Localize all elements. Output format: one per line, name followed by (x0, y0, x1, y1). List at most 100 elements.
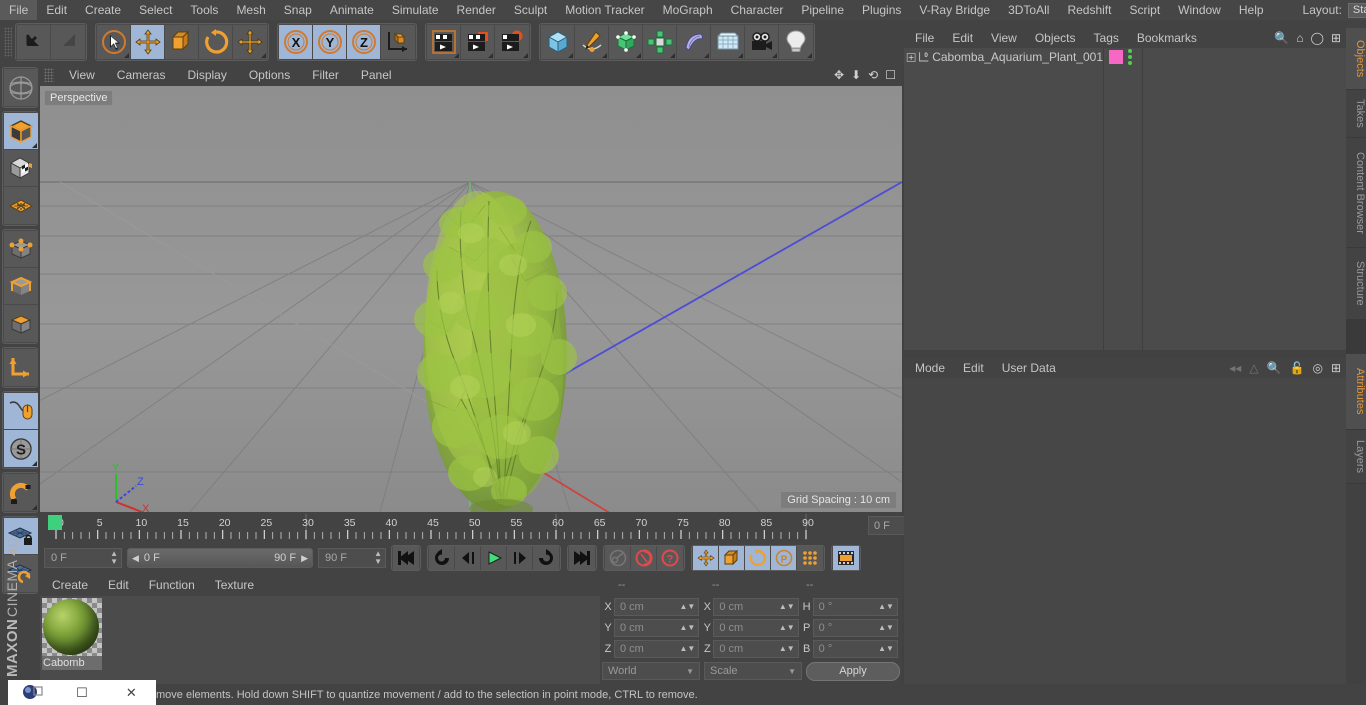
material-menu-texture[interactable]: Texture (205, 574, 264, 596)
menu-item-render[interactable]: Render (448, 0, 505, 20)
input-rot-h[interactable]: 0 ° ▲▼ (812, 598, 898, 616)
viewport-grip[interactable] (44, 68, 54, 82)
spinner-icon[interactable]: ▲▼ (679, 603, 695, 611)
search-icon[interactable]: 🔍 (1267, 361, 1282, 375)
add-deformer-button[interactable] (677, 25, 711, 59)
expand-plus-icon[interactable] (906, 51, 916, 64)
points-mode-button[interactable] (4, 231, 38, 268)
target-icon[interactable]: ◎ (1312, 361, 1322, 375)
spinner-icon[interactable]: ▲▼ (779, 603, 795, 611)
lock-z-axis-button[interactable]: Z (347, 25, 381, 59)
input-rot-b[interactable]: 0 ° ▲▼ (812, 640, 898, 658)
object-manager-body[interactable]: 0 Cabomba_Aquarium_Plant_001 (904, 48, 1346, 350)
add-panel-icon[interactable]: ⊞ (1331, 361, 1341, 375)
spinner-icon[interactable]: ▲▼ (878, 624, 894, 632)
go-to-end-button[interactable] (569, 546, 595, 570)
preview-range-bar[interactable]: ◀ 0 F 90 F ▶ (127, 548, 313, 568)
object-menu-edit[interactable]: Edit (943, 28, 982, 48)
menu-item-file[interactable]: File (0, 0, 38, 20)
world-axis-icon[interactable] (4, 69, 38, 106)
viewport-solo-icon[interactable] (4, 393, 38, 430)
add-light-button[interactable] (779, 25, 813, 59)
material-tag-icon[interactable] (1109, 50, 1123, 64)
lock-x-axis-button[interactable]: X (279, 25, 313, 59)
material-manager-body[interactable]: Cabomb (40, 596, 600, 684)
input-rot-p[interactable]: 0 ° ▲▼ (812, 619, 898, 637)
menu-item-mograph[interactable]: MoGraph (654, 0, 722, 20)
material-menu-create[interactable]: Create (42, 574, 98, 596)
menu-item-pipeline[interactable]: Pipeline (792, 0, 853, 20)
forward-history-icon[interactable]: △ (1249, 361, 1258, 375)
add-scene-object-button[interactable] (711, 25, 745, 59)
attribute-menu-edit[interactable]: Edit (954, 358, 993, 378)
pan-view-icon[interactable]: ✥ (834, 68, 844, 82)
open-timeline-button[interactable] (833, 546, 859, 570)
range-left-arrow-icon[interactable]: ◀ (132, 553, 139, 564)
object-menu-objects[interactable]: Objects (1026, 28, 1085, 48)
tab-layers[interactable]: Layers (1346, 430, 1366, 484)
render-settings-button[interactable] (495, 25, 529, 59)
viewport-menu-filter[interactable]: Filter (301, 64, 350, 86)
object-menu-file[interactable]: File (906, 28, 943, 48)
menu-item-vray-bridge[interactable]: V-Ray Bridge (910, 0, 999, 20)
coordinate-mode-select[interactable]: Scale ▼ (704, 662, 802, 680)
menu-item-mesh[interactable]: Mesh (227, 0, 274, 20)
spinner-icon[interactable]: ▲▼ (110, 550, 118, 566)
rotate-view-icon[interactable]: ⟲ (868, 68, 878, 82)
live-selection-tool[interactable] (97, 25, 131, 59)
key-pla-button[interactable] (797, 546, 823, 570)
app-icon[interactable] (8, 680, 57, 705)
move-tool-secondary[interactable] (233, 25, 267, 59)
menu-item-character[interactable]: Character (722, 0, 793, 20)
menu-item-edit[interactable]: Edit (37, 0, 76, 20)
spinner-icon[interactable]: ▲▼ (679, 624, 695, 632)
toolbar-grip[interactable] (4, 27, 12, 57)
viewport-menu-view[interactable]: View (58, 64, 106, 86)
apply-button[interactable]: Apply (806, 661, 900, 681)
object-menu-tags[interactable]: Tags (1085, 28, 1128, 48)
add-spline-pen-button[interactable] (575, 25, 609, 59)
edges-mode-button[interactable] (4, 268, 38, 305)
ellipse-icon[interactable]: ◯ (1311, 31, 1324, 45)
input-size-z[interactable]: 0 cm ▲▼ (713, 640, 799, 658)
redo-button[interactable] (51, 25, 85, 59)
key-scale-button[interactable] (719, 546, 745, 570)
home-icon[interactable]: ⌂ (1296, 31, 1303, 45)
phong-tag-icon[interactable] (1128, 49, 1132, 65)
material-menu-edit[interactable]: Edit (98, 574, 139, 596)
key-parameter-button[interactable]: P (771, 546, 797, 570)
add-array-button[interactable] (643, 25, 677, 59)
step-back-button[interactable] (455, 546, 481, 570)
maximize-window-button[interactable]: ☐ (57, 680, 106, 705)
back-history-icon[interactable]: ◂◂ (1229, 361, 1241, 375)
menu-item-3dtoall[interactable]: 3DToAll (999, 0, 1058, 20)
perspective-viewport[interactable]: Perspective Grid Spacing : 10 cm Y X Z (40, 86, 902, 512)
spinner-icon[interactable]: ▲▼ (679, 645, 695, 653)
search-icon[interactable]: 🔍 (1274, 31, 1289, 45)
keyframe-help-button[interactable]: ? (657, 546, 683, 570)
tab-content-browser[interactable]: Content Browser (1346, 138, 1366, 248)
add-cube-button[interactable] (541, 25, 575, 59)
object-layers-column[interactable] (1144, 48, 1346, 350)
menu-item-sculpt[interactable]: Sculpt (505, 0, 556, 20)
spinner-icon[interactable]: ▲▼ (374, 550, 382, 566)
lock-icon[interactable]: 🔓 (1290, 361, 1305, 375)
timeline-playhead[interactable] (48, 515, 62, 530)
maximize-view-icon[interactable]: ☐ (885, 68, 896, 82)
timeline-ruler[interactable]: 051015202530354045505560657075808590 (48, 514, 816, 540)
input-pos-x[interactable]: 0 cm ▲▼ (614, 598, 700, 616)
tab-structure[interactable]: Structure (1346, 248, 1366, 320)
tab-attributes[interactable]: Attributes (1346, 354, 1366, 430)
tab-objects[interactable]: Objects (1346, 28, 1366, 90)
end-frame-field[interactable]: 90 F ▲ ▼ (318, 548, 386, 568)
loop-playback-button[interactable] (533, 546, 559, 570)
object-row[interactable]: 0 Cabomba_Aquarium_Plant_001 (904, 48, 1103, 66)
world-object-coordinates-button[interactable] (381, 25, 415, 59)
object-menu-bookmarks[interactable]: Bookmarks (1128, 28, 1206, 48)
attribute-menu-mode[interactable]: Mode (906, 358, 954, 378)
menu-item-select[interactable]: Select (130, 0, 181, 20)
viewport-menu-display[interactable]: Display (176, 64, 237, 86)
object-tags-column[interactable] (1105, 48, 1143, 350)
menu-item-create[interactable]: Create (76, 0, 130, 20)
menu-item-tools[interactable]: Tools (181, 0, 227, 20)
